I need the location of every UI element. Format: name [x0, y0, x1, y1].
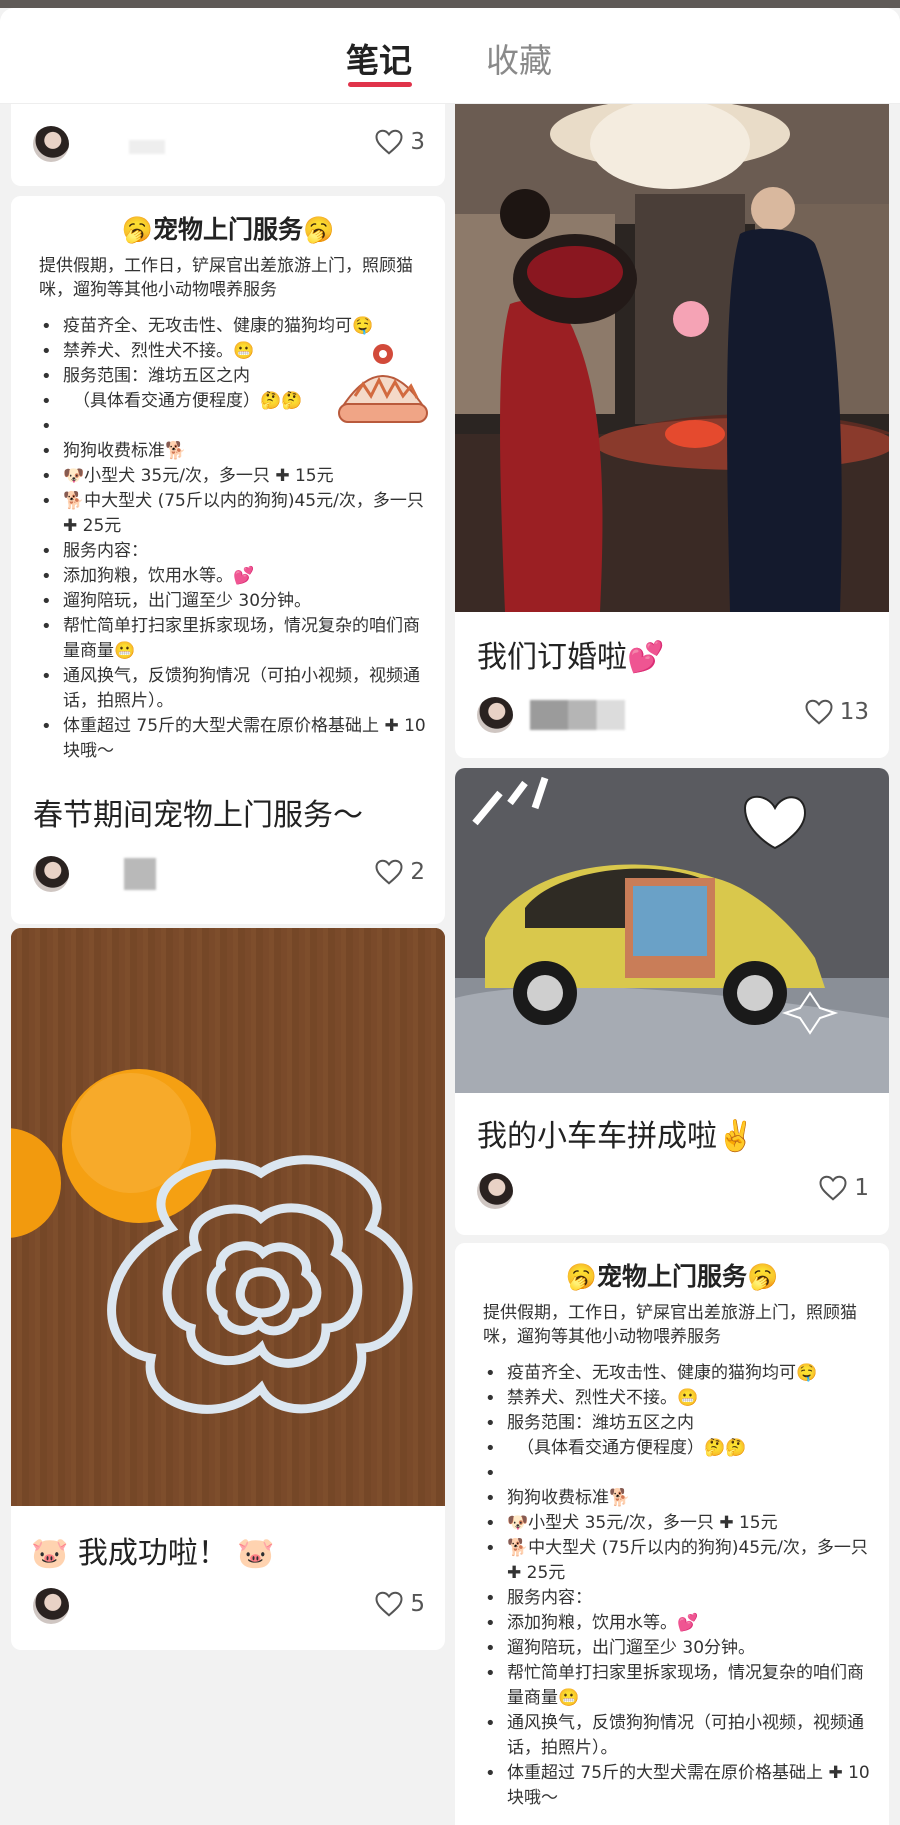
- note-title: 春节期间宠物上门服务～: [33, 798, 363, 833]
- poster-item: 疫苗齐全、无攻击性、健康的猫狗均可🤤: [483, 1361, 871, 1386]
- like-count: 2: [410, 859, 425, 885]
- poster-item: 添加狗粮，饮用水等。💕: [39, 564, 427, 589]
- note-title: 我们订婚啦💕: [477, 640, 665, 675]
- note-title: 🐷 我成功啦！ 🐷: [31, 1536, 275, 1571]
- poster-item: 🐶小型犬 35元/次，多一只 ✚ 15元: [483, 1511, 871, 1536]
- note-image: [11, 928, 445, 1506]
- note-card[interactable]: 🐷 我成功啦！ 🐷 5: [11, 928, 445, 1650]
- poster-item: 通风换气，反馈狗狗情况（可拍小视频，视频通话，拍照片）。: [39, 664, 427, 714]
- poster-item: 添加狗粮，饮用水等。💕: [483, 1611, 871, 1636]
- photo-engagement: [455, 104, 889, 612]
- note-image: [455, 768, 889, 1093]
- poster-item: 🐕中大型犬 (75斤以内的狗狗)45元/次，多一只 ✚ 25元: [483, 1536, 871, 1586]
- note-card[interactable]: 我们订婚啦💕 13: [455, 104, 889, 758]
- note-image: [455, 104, 889, 612]
- poster-list: 疫苗齐全、无攻击性、健康的猫狗均可🤤 禁养犬、烈性犬不接。😬 服务范围：潍坊五区…: [483, 1361, 871, 1811]
- pet-service-poster: 🥱宠物上门服务🥱 提供假期，工作日，铲屎官出差旅游上门，照顾猫咪，遛狗等其他小动…: [11, 196, 445, 771]
- username-blurred: [129, 140, 165, 154]
- poster-item: [483, 1461, 871, 1486]
- like-button[interactable]: 5: [374, 1590, 425, 1618]
- photo-paper-cut-oranges: [11, 928, 445, 1506]
- pet-service-poster: 🥱宠物上门服务🥱 提供假期，工作日，铲屎官出差旅游上门，照顾猫咪，遛狗等其他小动…: [455, 1243, 889, 1825]
- like-count: 13: [839, 699, 869, 725]
- heart-icon: [375, 1591, 403, 1617]
- poster-item: 通风换气，反馈狗狗情况（可拍小视频，视频通话，拍照片）。: [483, 1711, 871, 1761]
- like-button[interactable]: 2: [374, 858, 425, 886]
- poster-item: 🐕中大型犬 (75斤以内的狗狗)45元/次，多一只 ✚ 25元: [39, 489, 427, 539]
- heart-icon: [375, 129, 403, 155]
- poster-item: 服务内容：: [39, 539, 427, 564]
- poster-title: 🥱宠物上门服务🥱: [121, 215, 335, 244]
- active-tab-indicator: [348, 82, 412, 87]
- tab-notes[interactable]: 笔记: [346, 34, 412, 82]
- poster-item: 体重超过 75斤的大型犬需在原价格基础上 ✚ 10块哦～: [39, 714, 427, 764]
- note-card[interactable]: 🥱宠物上门服务🥱 提供假期，工作日，铲屎官出差旅游上门，照顾猫咪，遛狗等其他小动…: [11, 196, 445, 924]
- poster-item: （具体看交通方便程度）🤔🤔: [483, 1436, 871, 1461]
- username-blurred: [530, 700, 625, 730]
- status-strip: [0, 0, 900, 8]
- avatar[interactable]: [33, 856, 69, 892]
- poster-item: 禁养犬、烈性犬不接。😬: [483, 1386, 871, 1411]
- note-title: 我的小车车拼成啦✌️: [477, 1119, 755, 1154]
- poster-item: 遛狗陪玩，出门遛至少 30分钟。: [39, 589, 427, 614]
- poster-item: 帮忙简单打扫家里拆家现场，情况复杂的咱们商量商量😬: [483, 1661, 871, 1711]
- poster-item: 🐶小型犬 35元/次，多一只 ✚ 15元: [39, 464, 427, 489]
- like-button[interactable]: 13: [804, 698, 869, 726]
- tab-favorites[interactable]: 收藏: [486, 34, 552, 82]
- like-count: 1: [854, 1175, 869, 1201]
- poster-intro: 提供假期，工作日，铲屎官出差旅游上门，照顾猫咪，遛狗等其他小动物喂养服务: [39, 256, 413, 300]
- heart-icon: [375, 859, 403, 885]
- heart-icon: [805, 699, 833, 725]
- username-blurred: [124, 858, 156, 890]
- poster-intro: 提供假期，工作日，铲屎官出差旅游上门，照顾猫咪，遛狗等其他小动物喂养服务: [483, 1303, 857, 1347]
- poster-item: 狗狗收费标准🐕: [39, 439, 427, 464]
- note-card[interactable]: 3: [11, 104, 445, 186]
- note-card[interactable]: 🥱宠物上门服务🥱 提供假期，工作日，铲屎官出差旅游上门，照顾猫咪，遛狗等其他小动…: [455, 1243, 889, 1825]
- poster-item: 服务内容：: [483, 1586, 871, 1611]
- photo-lego-car: [455, 768, 889, 1093]
- tab-header: 笔记 收藏: [0, 8, 900, 104]
- like-button[interactable]: 3: [374, 128, 425, 156]
- heart-icon: [819, 1175, 847, 1201]
- like-count: 5: [410, 1591, 425, 1617]
- avatar[interactable]: [33, 1588, 69, 1624]
- poster-title: 🥱宠物上门服务🥱: [565, 1262, 779, 1291]
- poster-item: 遛狗陪玩，出门遛至少 30分钟。: [483, 1636, 871, 1661]
- avatar[interactable]: [477, 1173, 513, 1209]
- poster-item: 服务范围：潍坊五区之内: [483, 1411, 871, 1436]
- avatar[interactable]: [477, 697, 513, 733]
- poster-item: 体重超过 75斤的大型犬需在原价格基础上 ✚ 10块哦～: [483, 1761, 871, 1811]
- like-count: 3: [410, 129, 425, 155]
- note-card[interactable]: 我的小车车拼成啦✌️ 1: [455, 768, 889, 1235]
- poster-item: 狗狗收费标准🐕: [483, 1486, 871, 1511]
- hat-illustration: [338, 344, 428, 423]
- poster-item: 帮忙简单打扫家里拆家现场，情况复杂的咱们商量商量😬: [39, 614, 427, 664]
- like-button[interactable]: 1: [818, 1174, 869, 1202]
- avatar[interactable]: [33, 126, 69, 162]
